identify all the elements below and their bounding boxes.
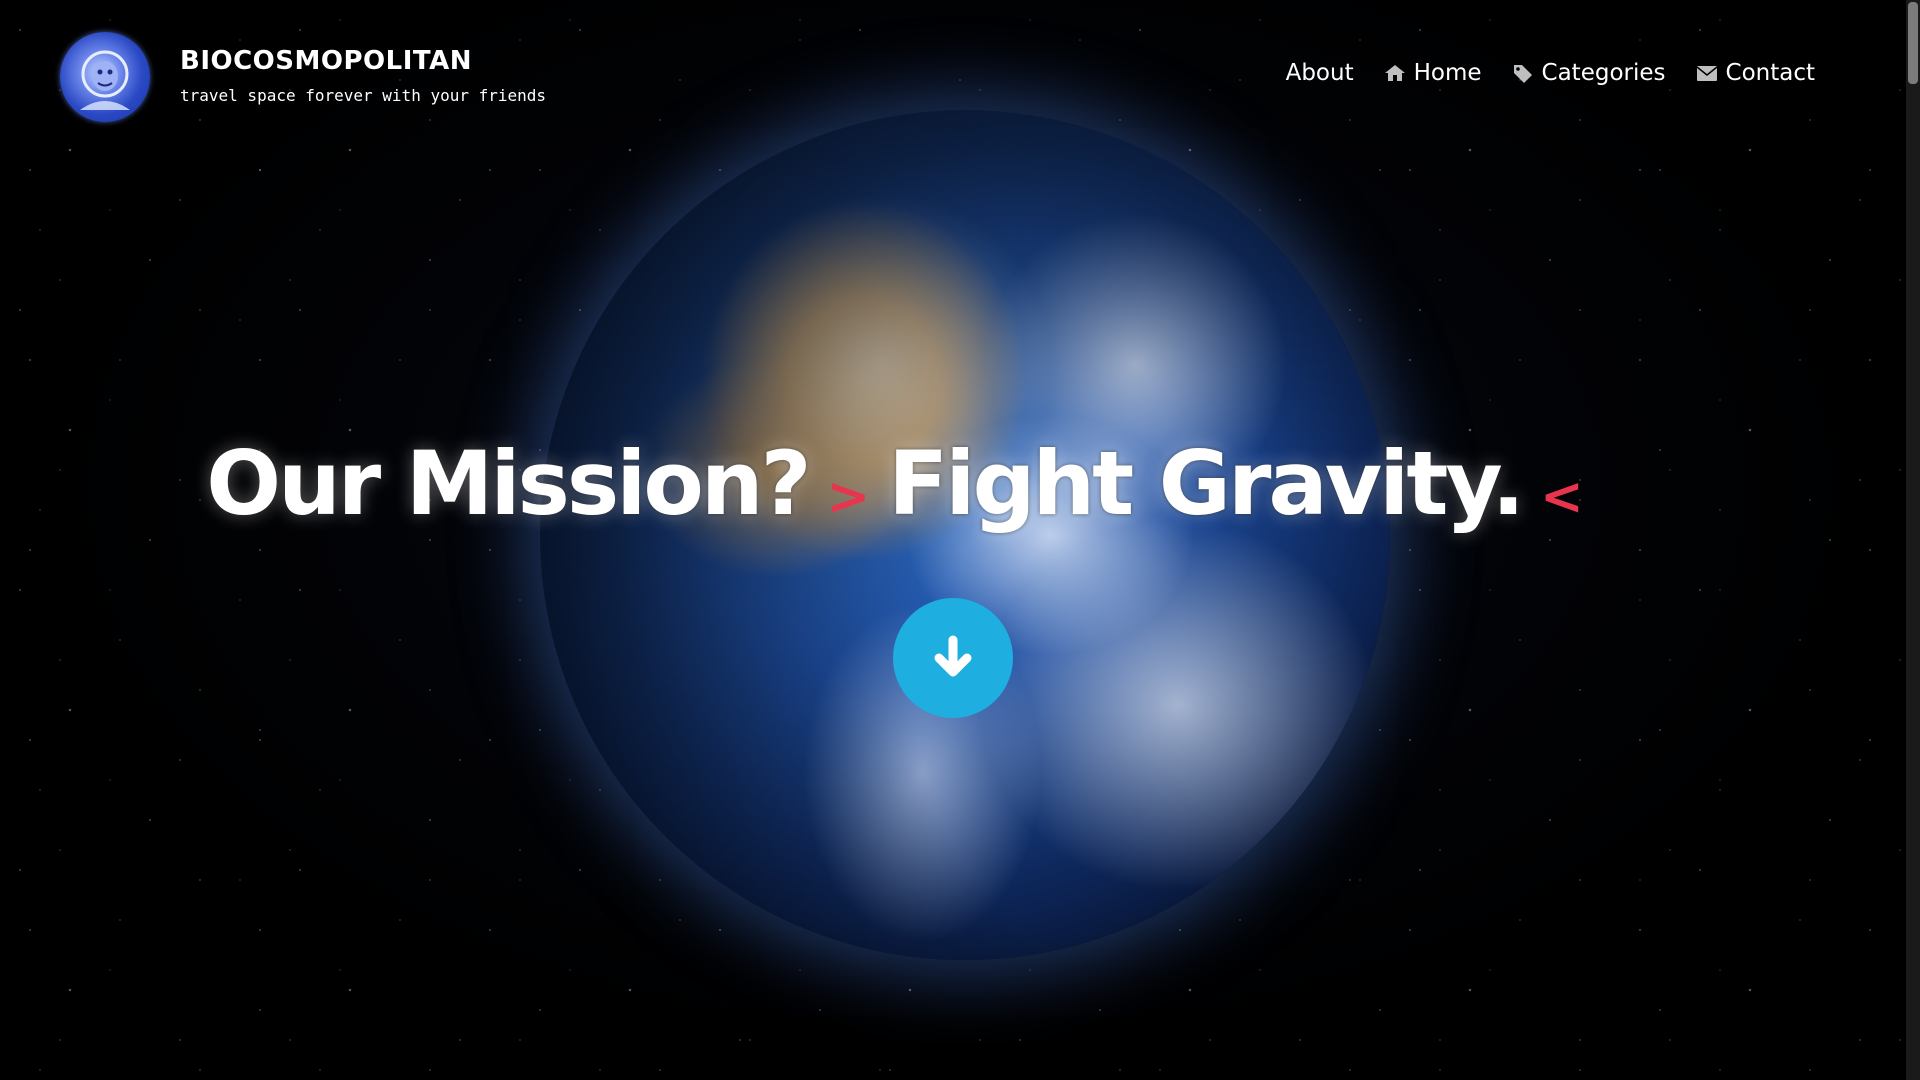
site-logo[interactable]	[60, 32, 150, 122]
home-icon	[1384, 65, 1405, 81]
nav-item-label: Contact	[1725, 60, 1815, 86]
nav-item-label: Home	[1413, 60, 1482, 86]
nav-item-home[interactable]: Home	[1384, 60, 1482, 86]
page-scrollbar[interactable]	[1906, 0, 1920, 1080]
nav-item-label: About	[1285, 60, 1354, 86]
nav-item-about[interactable]: About	[1286, 60, 1354, 86]
envelope-icon	[1696, 66, 1717, 81]
site-header: BIOCOSMOPOLITAN travel space forever wit…	[0, 0, 1920, 150]
astronaut-logo-icon	[80, 50, 130, 110]
nav-item-categories[interactable]: Categories	[1512, 60, 1666, 86]
scroll-down-button[interactable]	[893, 598, 1013, 718]
brand-title[interactable]: BIOCOSMOPOLITAN	[180, 46, 472, 76]
headline-bracket-open: >	[826, 467, 871, 527]
tag-icon	[1513, 65, 1532, 83]
nav-item-label: Categories	[1541, 60, 1666, 86]
main-nav: About Home Categories Contact	[1286, 60, 1815, 86]
earth-image	[540, 110, 1390, 960]
scrollbar-thumb[interactable]	[1908, 2, 1918, 84]
brand-tagline: travel space forever with your friends	[180, 86, 547, 105]
nav-item-contact[interactable]: Contact	[1696, 60, 1815, 86]
arrow-down-icon	[934, 635, 972, 677]
headline-part-2: Fight Gravity.	[888, 432, 1525, 535]
page: BIOCOSMOPOLITAN travel space forever wit…	[0, 0, 1920, 1080]
headline-part-1: Our Mission?	[206, 432, 811, 535]
hero-headline: Our Mission? > Fight Gravity. <	[0, 432, 1920, 535]
headline-bracket-close: <	[1540, 467, 1584, 527]
